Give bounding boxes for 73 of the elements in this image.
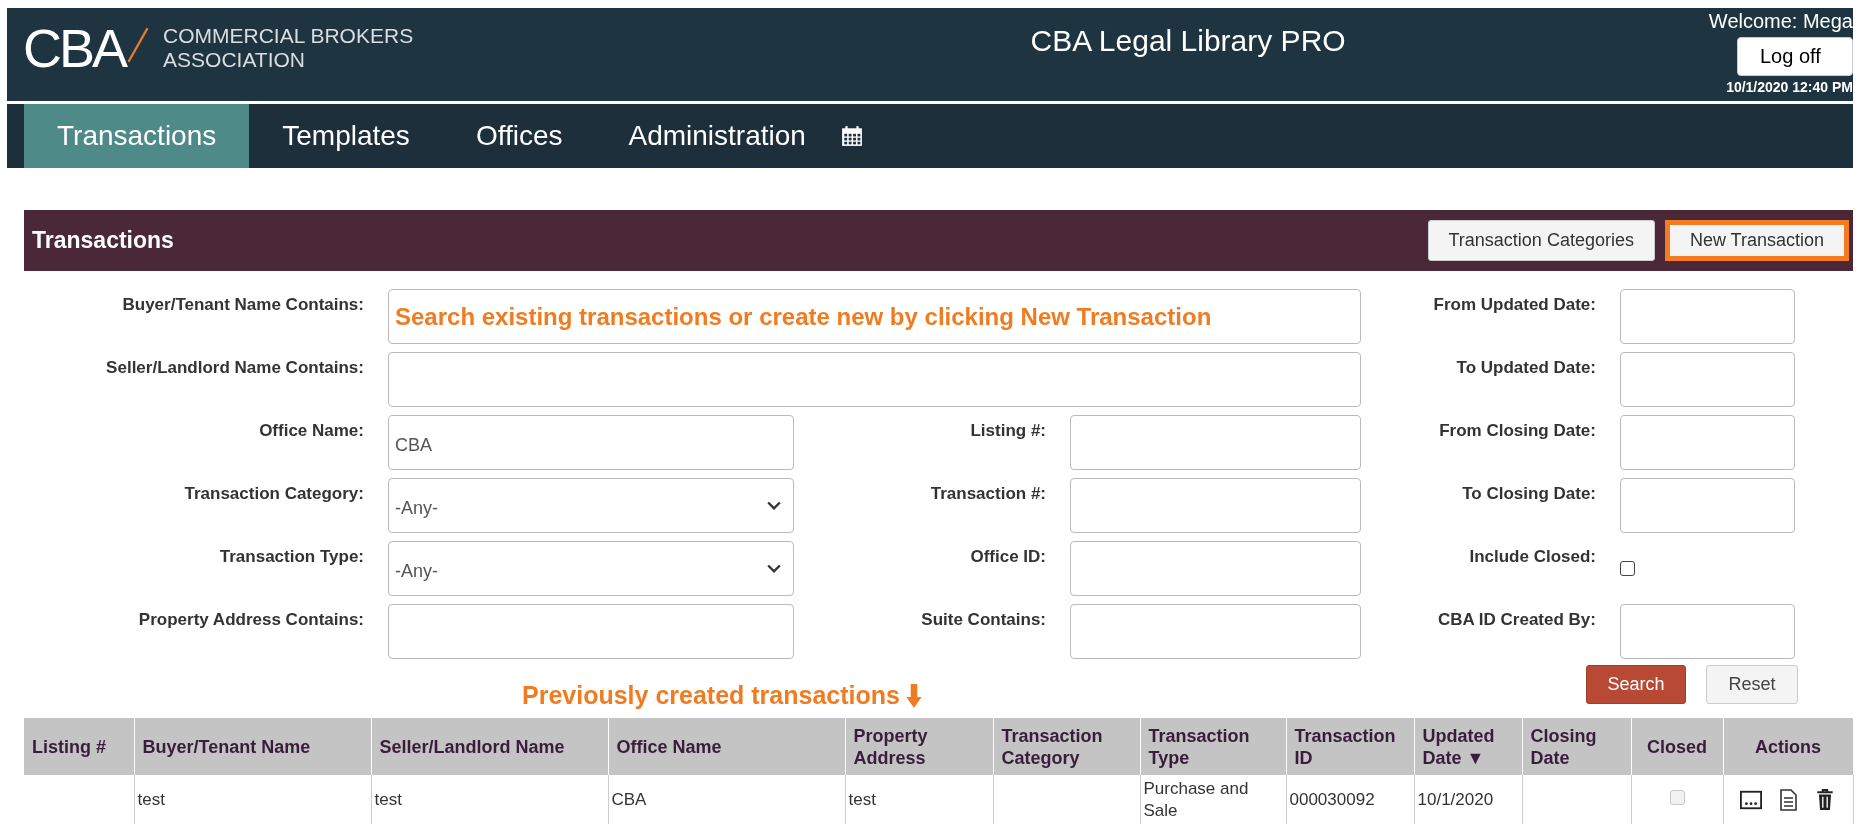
field-label: Listing #: [969, 420, 1046, 442]
column-header[interactable]: Closing Date [1522, 718, 1631, 775]
field-label: Transaction Type: [218, 546, 364, 568]
panel-button[interactable]: New Transaction [1664, 220, 1849, 261]
table-cell: test [134, 775, 371, 824]
nav-tab[interactable]: Offices [442, 104, 596, 168]
logoff-button[interactable]: Log off [1737, 37, 1853, 76]
app-title: CBA Legal Library PRO [1029, 23, 1347, 58]
table-cell: 000030092 [1286, 775, 1414, 824]
column-header[interactable]: Actions [1723, 718, 1853, 775]
input-field[interactable] [1620, 289, 1795, 344]
column-header[interactable]: Listing # [24, 718, 134, 775]
field-label: Include Closed: [1468, 546, 1596, 568]
column-header[interactable]: Seller/Landlord Name [371, 718, 608, 775]
column-header[interactable]: Transaction ID [1286, 718, 1414, 775]
field-label: Suite Contains: [920, 609, 1046, 631]
input-field[interactable] [1070, 478, 1361, 533]
welcome-text: Welcome: Mega [1708, 10, 1853, 33]
field-label: Transaction #: [929, 483, 1046, 505]
input-field[interactable] [1620, 415, 1795, 470]
logo-text: CBA [23, 17, 126, 79]
column-header[interactable]: Property Address [845, 718, 993, 775]
table-cell: test [845, 775, 993, 824]
dropdown[interactable]: -Any- [388, 478, 794, 533]
input-field[interactable] [1070, 415, 1361, 470]
nav-tab[interactable]: Templates [249, 104, 443, 168]
nav-tab[interactable]: Transactions [24, 104, 250, 168]
chevron-down-icon[interactable] [767, 500, 781, 511]
logo-text: ASSOCIATION [163, 48, 306, 72]
field-label: From Updated Date: [1432, 294, 1596, 316]
field-label: From Closing Date: [1438, 420, 1596, 442]
calendar-icon[interactable] [840, 125, 863, 147]
input-field[interactable] [388, 352, 1361, 407]
document-icon[interactable] [1777, 789, 1799, 812]
arrow-down-icon [905, 683, 922, 708]
field-label: CBA ID Created By: [1436, 609, 1596, 631]
dropdown[interactable]: -Any- [388, 541, 794, 596]
panel-button[interactable]: Transaction Categories [1427, 220, 1655, 261]
table-cell: test [371, 775, 608, 824]
input-field[interactable] [1620, 478, 1795, 533]
table-cell: 10/1/2020 [1414, 775, 1522, 824]
input-field[interactable] [388, 604, 794, 659]
column-header[interactable]: Office Name [608, 718, 845, 775]
logo-text: COMMERCIAL BROKERS [163, 24, 414, 48]
field-label: Transaction Category: [183, 483, 364, 505]
date-time: 10/1/2020 12:40 PM [1726, 79, 1853, 95]
field-label: Property Address Contains: [137, 609, 364, 631]
input-field[interactable]: CBA [388, 415, 794, 470]
column-header[interactable]: Transaction Type [1140, 718, 1286, 775]
column-header[interactable]: Transaction Category [993, 718, 1140, 775]
panel-title: Transactions [31, 227, 174, 254]
column-header[interactable]: Buyer/Tenant Name [134, 718, 371, 775]
input-field[interactable] [1620, 604, 1795, 659]
field-label: Office Name: [258, 420, 364, 442]
field-label: Office ID: [969, 546, 1046, 568]
input-field[interactable] [1070, 604, 1361, 659]
ellipsis-icon[interactable] [1740, 789, 1763, 812]
reset-button[interactable]: Reset [1706, 665, 1798, 704]
field-label: Seller/Landlord Name Contains: [105, 357, 364, 379]
field-label: To Closing Date: [1461, 483, 1596, 505]
table-cell: Purchase and Sale [1140, 775, 1286, 824]
table-cell: CBA [608, 775, 845, 824]
chevron-down-icon[interactable] [767, 563, 781, 574]
checkbox[interactable] [1620, 561, 1635, 576]
column-header[interactable]: Updated Date ▼ [1414, 718, 1522, 775]
search-button[interactable]: Search [1586, 665, 1686, 704]
input-field[interactable] [1070, 541, 1361, 596]
input-field[interactable] [1620, 352, 1795, 407]
annotation-text: Previously created transactions [522, 681, 900, 710]
field-label: Buyer/Tenant Name Contains: [121, 294, 364, 316]
nav-tab[interactable]: Administration [595, 104, 839, 168]
column-header[interactable]: Closed [1631, 718, 1723, 775]
field-label: To Updated Date: [1455, 357, 1596, 379]
